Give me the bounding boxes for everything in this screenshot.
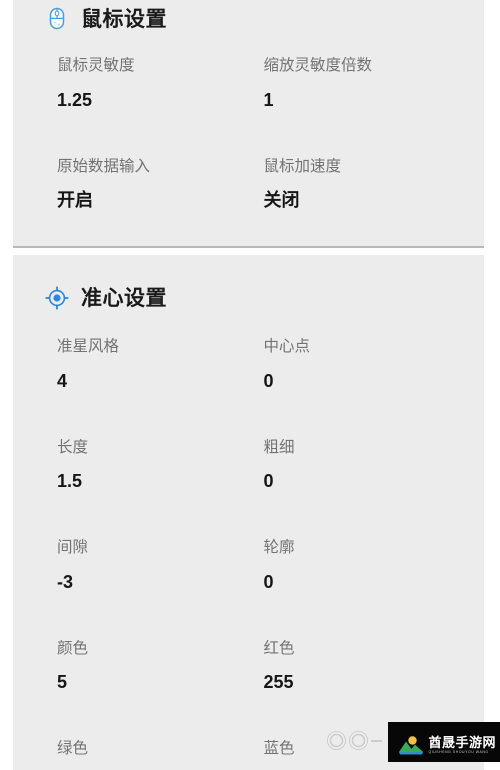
field-value: 0: [263, 571, 274, 592]
field-crosshair-style[interactable]: 准星风格 4: [57, 339, 264, 390]
field-row: 原始数据输入 开启 鼠标加速度 关闭: [57, 157, 471, 210]
field-row: 颜色 5 红色 255: [57, 639, 471, 692]
field-red[interactable]: 红色 255: [263, 639, 471, 692]
field-outline[interactable]: 轮廓 0: [264, 540, 471, 591]
field-zoom-sensitivity-multiplier[interactable]: 缩放灵敏度倍数 1: [264, 58, 471, 109]
field-label: 颜色: [57, 639, 89, 657]
field-label: 间隙: [57, 539, 89, 556]
field-label: 鼠标加速度: [263, 157, 342, 175]
crosshair-settings-header: 准心设置: [44, 285, 167, 311]
field-row: 准星风格 4 中心点 0: [57, 339, 470, 390]
mouse-settings-fields: 鼠标灵敏度 1.25 缩放灵敏度倍数 1 原始数据输入 开启 鼠标加速度 关闭: [57, 58, 470, 209]
field-value: 5: [57, 672, 68, 692]
field-length[interactable]: 长度 1.5: [57, 438, 264, 491]
field-row: 绿色 255 蓝色 255: [57, 741, 470, 770]
crosshair-settings-fields: 准星风格 4 中心点 0 长度 1.5 粗细 0 间隙 -3 轮廓 0 颜色 5…: [57, 339, 470, 770]
field-raw-input[interactable]: 原始数据输入 开启: [57, 157, 264, 210]
field-center-dot[interactable]: 中心点 0: [264, 339, 471, 390]
field-row: 间隙 -3 轮廓 0: [57, 540, 470, 591]
field-gap[interactable]: 间隙 -3: [57, 540, 264, 591]
field-label: 蓝色: [263, 740, 295, 757]
field-value: 255: [263, 672, 294, 692]
field-mouse-sensitivity[interactable]: 鼠标灵敏度 1.25: [57, 58, 264, 109]
field-label: 中心点: [263, 338, 311, 355]
field-value: 关闭: [263, 190, 300, 210]
field-label: 原始数据输入: [57, 157, 151, 175]
field-thickness[interactable]: 粗细 0: [263, 438, 471, 491]
field-value: 1.5: [57, 471, 83, 491]
field-value: -3: [57, 571, 74, 592]
field-row: 长度 1.5 粗细 0: [57, 438, 471, 491]
mouse-settings-header: 鼠标设置: [44, 6, 167, 32]
field-label: 缩放灵敏度倍数: [263, 57, 373, 74]
mouse-settings-title: 鼠标设置: [81, 7, 167, 31]
field-label: 长度: [57, 438, 89, 456]
crosshair-settings-card: 准心设置 准星风格 4 中心点 0 长度 1.5 粗细 0 间隙 -3 轮廓 0…: [13, 255, 484, 770]
field-blue[interactable]: 蓝色 255: [264, 741, 471, 770]
field-green[interactable]: 绿色 255: [57, 741, 264, 770]
field-label: 鼠标灵敏度: [57, 57, 135, 74]
crosshair-icon: [44, 285, 70, 311]
field-row: 鼠标灵敏度 1.25 缩放灵敏度倍数 1: [57, 58, 470, 109]
field-value: 开启: [57, 190, 93, 210]
field-label: 轮廓: [263, 539, 295, 556]
field-value: 4: [57, 370, 68, 391]
settings-screen: 鼠标设置 鼠标灵敏度 1.25 缩放灵敏度倍数 1 原始数据输入 开启 鼠标加速…: [0, 0, 500, 770]
field-label: 绿色: [57, 740, 89, 757]
field-value: 0: [263, 471, 274, 491]
field-label: 红色: [263, 639, 295, 657]
field-label: 准星风格: [57, 338, 120, 355]
field-color[interactable]: 颜色 5: [57, 639, 264, 692]
mouse-settings-card: 鼠标设置 鼠标灵敏度 1.25 缩放灵敏度倍数 1 原始数据输入 开启 鼠标加速…: [13, 0, 484, 248]
field-value: 1: [263, 89, 274, 110]
crosshair-settings-title: 准心设置: [81, 286, 167, 310]
field-value: 0: [263, 370, 274, 391]
field-label: 粗细: [263, 438, 295, 456]
field-value: 1.25: [57, 89, 93, 110]
field-mouse-acceleration[interactable]: 鼠标加速度 关闭: [263, 157, 471, 210]
mouse-icon: [44, 6, 70, 32]
